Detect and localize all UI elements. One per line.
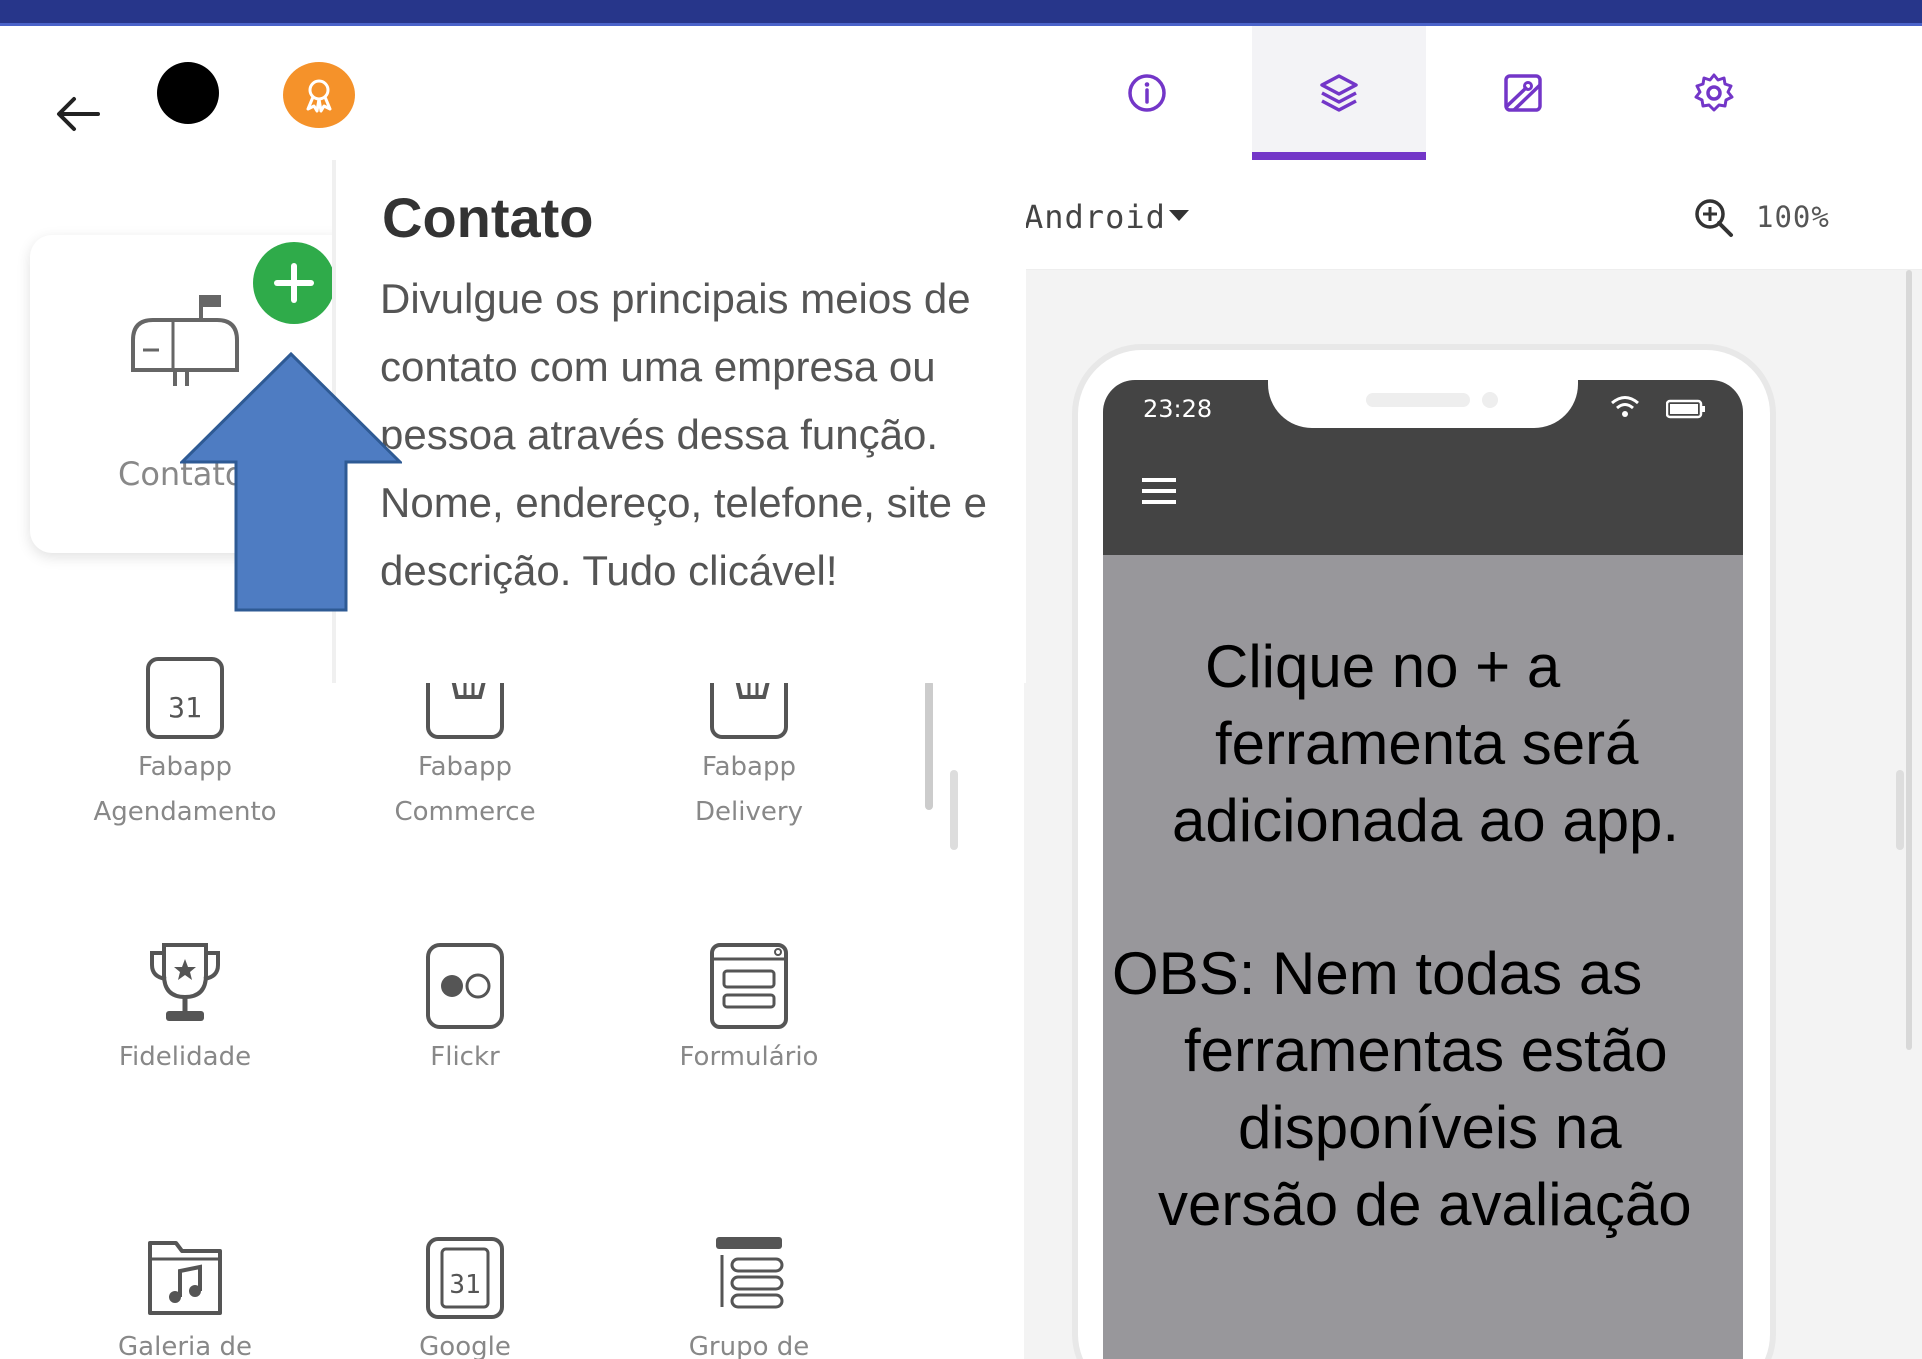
tool-label: Formulário xyxy=(679,1042,819,1072)
platform-select[interactable]: Android xyxy=(1024,198,1166,236)
tool-item[interactable]: 31 Fabapp Agendamento xyxy=(50,645,320,835)
chevron-down-icon[interactable] xyxy=(1169,210,1189,221)
plus-icon xyxy=(274,263,314,303)
award-icon xyxy=(306,79,332,113)
tool-item[interactable]: Galeria de xyxy=(50,1225,320,1359)
annotation-line: ferramentas estão xyxy=(1184,1017,1668,1084)
tool-label: Flickr xyxy=(430,1042,500,1072)
tool-item[interactable]: Flickr xyxy=(330,935,600,1080)
tab-image[interactable] xyxy=(1436,26,1610,160)
phone-time: 23:28 xyxy=(1143,395,1213,423)
hamburger-menu-icon[interactable] xyxy=(1140,476,1178,506)
avatar[interactable] xyxy=(157,62,219,124)
tool-label: Fabapp xyxy=(702,752,796,782)
tool-label: Grupo de xyxy=(688,1332,810,1359)
tab-settings[interactable] xyxy=(1627,26,1801,160)
zoom-level: 100% xyxy=(1756,200,1830,234)
layers-icon xyxy=(1320,74,1358,112)
calendar-icon: 31 xyxy=(146,657,224,739)
tool-item[interactable]: Fidelidade xyxy=(50,935,320,1080)
annotation-line: OBS: Nem todas as xyxy=(1112,940,1643,1007)
tool-label: Fabapp xyxy=(418,752,512,782)
tooltip-description: Divulgue os principais meios de contato … xyxy=(380,275,988,594)
zoom-in-icon[interactable] xyxy=(1692,196,1736,240)
music-folder-icon xyxy=(148,1241,222,1315)
phone-camera xyxy=(1482,392,1498,408)
annotation-line: Clique no + a xyxy=(1205,633,1561,700)
tool-label: Agendamento xyxy=(93,797,277,827)
top-stripe xyxy=(0,0,1922,26)
header xyxy=(0,26,1922,160)
info-icon xyxy=(1128,74,1166,112)
form-icon xyxy=(710,943,788,1029)
tool-label: Fidelidade xyxy=(118,1042,252,1072)
tool-item[interactable]: 31 Google xyxy=(330,1225,600,1359)
panel-splitter-right[interactable] xyxy=(1896,770,1904,850)
tool-item[interactable]: Grupo de xyxy=(614,1225,884,1359)
arrow-left-icon xyxy=(57,97,100,131)
annotation-line: ferramenta será xyxy=(1215,710,1639,777)
add-tool-button[interactable] xyxy=(253,242,335,324)
tool-label: Google xyxy=(419,1332,511,1359)
gear-icon xyxy=(1694,73,1734,112)
list-icon xyxy=(716,1237,784,1309)
tool-label: Galeria de xyxy=(118,1332,252,1359)
battery-icon xyxy=(1666,399,1705,419)
tool-label: Commerce xyxy=(394,797,536,827)
image-icon xyxy=(1504,74,1542,112)
tool-label: Delivery xyxy=(695,797,803,827)
tool-item[interactable]: Formulário xyxy=(614,935,884,1080)
sidebar-scrollbar[interactable] xyxy=(925,680,933,810)
tooltip-title: Contato xyxy=(382,186,594,249)
tab-info[interactable] xyxy=(1060,26,1234,160)
annotation-line: versão de avaliação xyxy=(1158,1171,1692,1238)
trophy-icon xyxy=(150,943,220,1021)
back-button[interactable] xyxy=(50,86,106,142)
tab-layers[interactable] xyxy=(1252,26,1426,160)
award-button[interactable] xyxy=(283,62,355,128)
svg-text:31: 31 xyxy=(168,691,202,724)
preview-toolbar: Android 100% xyxy=(1024,160,1922,270)
wifi-icon xyxy=(1611,396,1639,417)
tool-label: Fabapp xyxy=(138,752,232,782)
annotation-line: disponíveis na xyxy=(1238,1094,1622,1161)
preview-scrollbar[interactable] xyxy=(1906,270,1912,1050)
flickr-icon xyxy=(426,943,504,1029)
panel-splitter-left[interactable] xyxy=(950,770,958,850)
phone-speaker xyxy=(1366,393,1470,407)
svg-text:31: 31 xyxy=(449,1270,480,1300)
arrow-up-icon xyxy=(180,352,402,612)
annotation-line: adicionada ao app. xyxy=(1172,787,1680,854)
calendar-icon: 31 xyxy=(426,1237,504,1319)
